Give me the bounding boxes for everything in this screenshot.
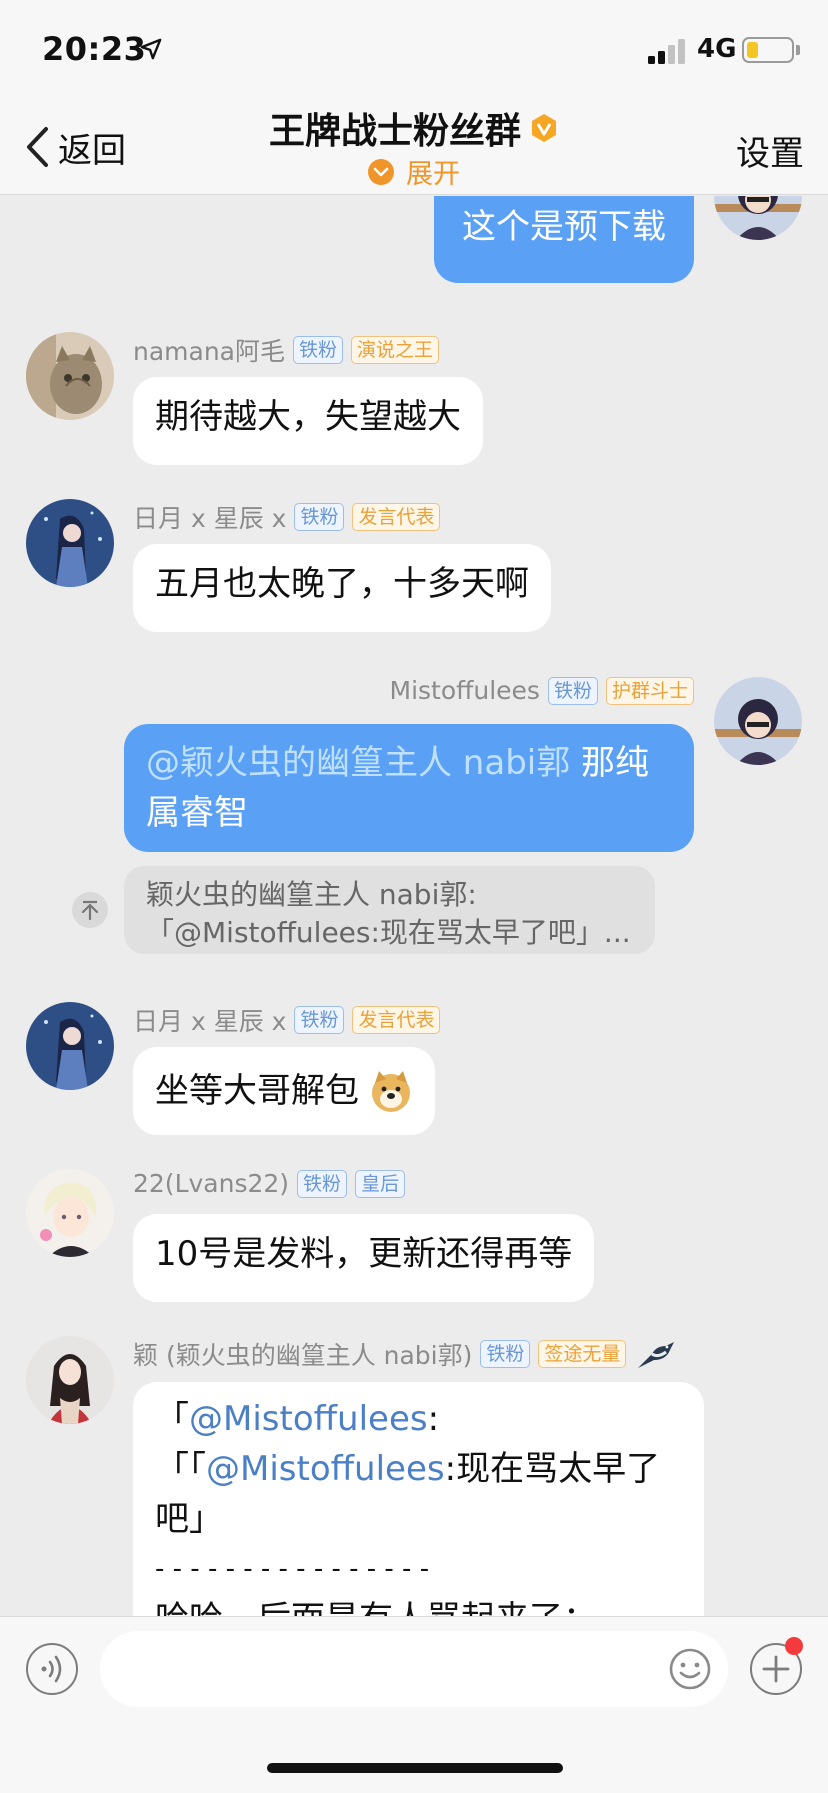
avatar-lvans22[interactable]	[26, 1169, 114, 1257]
magpie-bird-icon	[638, 1342, 675, 1368]
emoji-smile-icon[interactable]	[668, 1647, 712, 1691]
message-bubble-mine[interactable]: 这个是预下载	[434, 196, 694, 283]
network-type: 4G	[697, 34, 737, 64]
sender-name: namana阿毛	[133, 337, 286, 366]
bracket-text: 「	[155, 1399, 189, 1439]
message-input[interactable]	[100, 1631, 728, 1707]
expand-label: 展开	[406, 159, 460, 190]
title-badge: 皇后	[355, 1169, 406, 1198]
message-text: 属睿智	[146, 793, 248, 833]
group-title: 王牌战士粉丝群	[268, 111, 521, 152]
fan-level-badge: 铁粉	[293, 336, 344, 364]
divider-line: - - - - - - - - - - - - - - - -	[155, 1554, 430, 1584]
sender-meta: 日月 x 星辰 x 铁粉 发言代表	[133, 1002, 441, 1038]
input-bar	[0, 1616, 828, 1793]
fan-level-badge: 铁粉	[294, 1006, 345, 1034]
message-bubble-mine[interactable]: @颖火虫的幽篁主人 nabi郭 那纯 属睿智	[124, 724, 694, 852]
title-badge: 发言代表	[352, 1006, 441, 1034]
my-avatar[interactable]	[714, 677, 802, 765]
avatar-riyue[interactable]	[26, 499, 114, 587]
fan-level-badge: 铁粉	[297, 1169, 348, 1198]
verified-badge-icon	[532, 114, 556, 142]
message-text: :现在骂太早了	[444, 1449, 661, 1489]
message-bubble[interactable]: 坐等大哥解包	[133, 1047, 435, 1135]
cellular-signal-icon	[648, 38, 688, 64]
message-bubble[interactable]: 期待越大，失望越大	[133, 377, 483, 465]
battery-icon	[742, 37, 794, 63]
voice-icon	[41, 1655, 62, 1683]
my-avatar[interactable]	[714, 196, 802, 240]
expand-row: 展开	[0, 152, 828, 192]
sender-name: 22(Lvans22)	[133, 1169, 290, 1198]
status-bar: 20:23 4G	[0, 0, 828, 100]
nav-header: 返回 王牌战士粉丝群 展开 设置	[0, 100, 828, 195]
message-bubble[interactable]: 10号是发料，更新还得再等	[133, 1214, 595, 1302]
notification-dot	[785, 1637, 803, 1655]
sender-name: 颖 (颖火虫的幽篁主人 nabi郭)	[133, 1341, 473, 1370]
quoted-reply[interactable]: 颖火虫的幽篁主人 nabi郭: 「@Mistoffulees:现在骂太早了吧」.…	[124, 866, 655, 954]
chat-area[interactable]: 这个是预下载 namana阿毛 铁粉 演说之王 期待越大，失望越大 日月 x 星…	[0, 196, 828, 1616]
mention-link[interactable]: @颖火虫的幽篁主人 nabi郭	[146, 743, 570, 783]
title-badge: 演说之王	[351, 336, 440, 364]
mention-link[interactable]: @Mistoffulees	[189, 1399, 428, 1439]
fan-level-badge: 铁粉	[480, 1340, 531, 1368]
battery-cap	[796, 45, 800, 55]
home-indicator[interactable]	[267, 1763, 563, 1773]
message-text: 那纯	[570, 743, 650, 783]
title-badge: 签途无量	[538, 1340, 627, 1368]
group-title-row: 王牌战士粉丝群	[0, 102, 828, 154]
avatar-ying[interactable]	[26, 1336, 114, 1424]
message-bubble[interactable]: 「@Mistoffulees: 「「@Mistoffulees:现在骂太早了 吧…	[133, 1382, 704, 1616]
expand-button[interactable]: 展开	[368, 152, 460, 191]
quote-author: 颖火虫的幽篁主人 nabi郭:	[146, 878, 477, 911]
message-line: 哈哈，后面是有人骂起来了：	[155, 1594, 682, 1616]
sender-name: Mistoffulees	[389, 676, 540, 705]
sender-meta: 日月 x 星辰 x 铁粉 发言代表	[133, 499, 441, 535]
message-text: :	[427, 1399, 440, 1439]
arrow-up-icon	[81, 900, 99, 921]
message-line: 「「@Mistoffulees:现在骂太早了	[155, 1444, 682, 1494]
fan-level-badge: 铁粉	[294, 503, 345, 531]
title-badge: 护群斗士	[605, 676, 694, 705]
settings-button[interactable]: 设置	[736, 126, 804, 175]
voice-input-button[interactable]	[26, 1643, 78, 1695]
fan-level-badge: 铁粉	[547, 676, 598, 705]
title-badge: 发言代表	[352, 503, 441, 531]
sender-name: 日月 x 星辰 x	[133, 1007, 287, 1036]
quote-jump-button[interactable]	[72, 892, 108, 928]
sender-meta: 颖 (颖火虫的幽篁主人 nabi郭) 铁粉 签途无量	[133, 1336, 676, 1372]
sender-meta: 22(Lvans22) 铁粉 皇后	[133, 1169, 406, 1198]
clock: 20:23	[42, 30, 147, 68]
message-line: 吧」	[155, 1499, 223, 1539]
sender-meta-mine: Mistoffulees 铁粉 护群斗士	[390, 676, 694, 705]
sender-meta: namana阿毛 铁粉 演说之王	[133, 332, 440, 368]
sender-name: 日月 x 星辰 x	[133, 504, 287, 533]
message-text: 坐等大哥解包	[155, 1071, 359, 1111]
quote-text: 「@Mistoffulees:现在骂太早了吧」...	[146, 916, 631, 949]
mention-link[interactable]: @Mistoffulees	[206, 1449, 445, 1489]
chevron-down-circle-icon	[368, 158, 394, 185]
avatar-riyue[interactable]	[26, 1002, 114, 1090]
message-bubble[interactable]: 五月也太晚了，十多天啊	[133, 544, 551, 632]
location-arrow-icon	[140, 38, 162, 60]
message-line: 「@Mistoffulees:	[155, 1394, 682, 1444]
bracket-text: 「「	[155, 1449, 206, 1489]
doge-emoji-icon	[372, 1071, 410, 1112]
avatar-namana[interactable]	[26, 332, 114, 420]
